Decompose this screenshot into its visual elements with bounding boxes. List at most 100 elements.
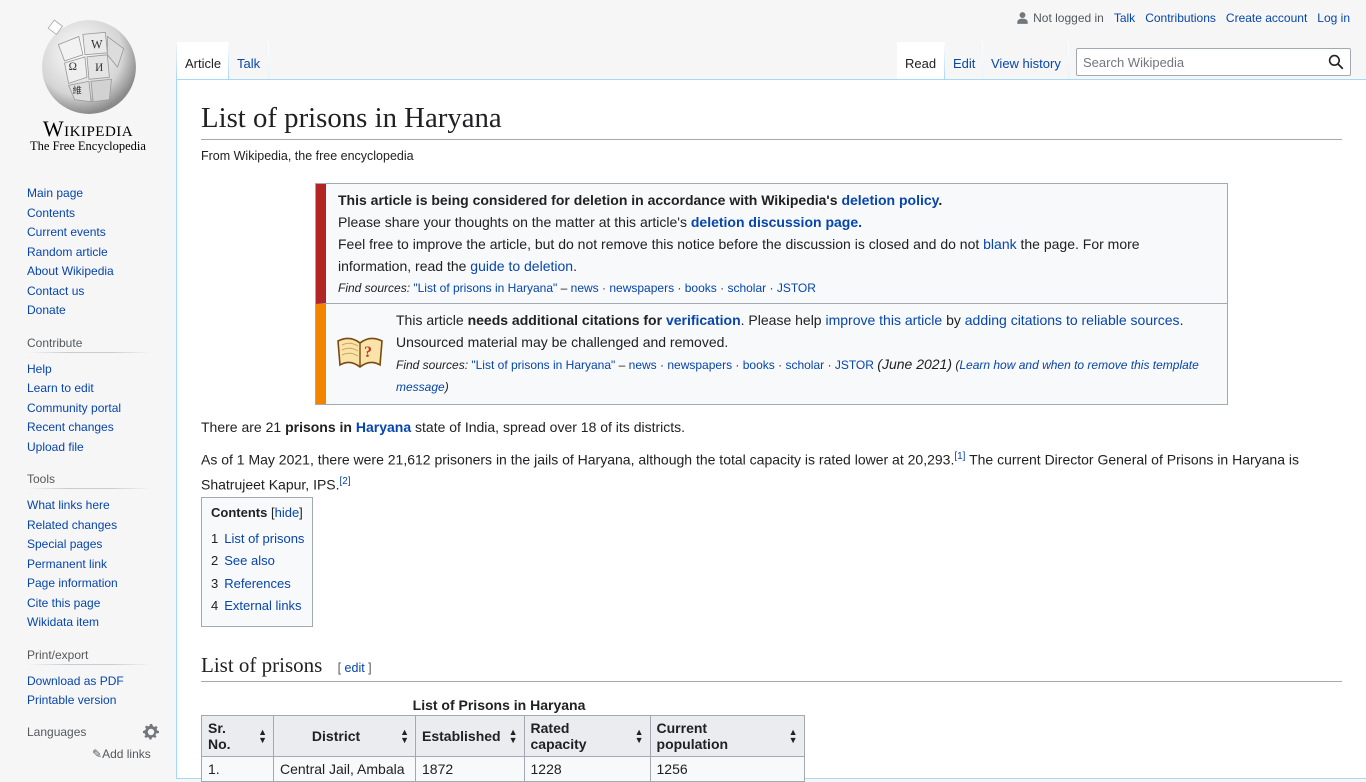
sort-icon[interactable]: ▲ ▼ (258, 728, 267, 745)
tab-article[interactable]: Article (177, 42, 229, 80)
svg-text:維: 維 (73, 85, 82, 97)
citation-find-sources-query-link[interactable]: "List of prisons in Haryana" (471, 358, 615, 372)
table-header-row: Sr. No. ▲ ▼ District ▲ ▼ Established ▲ ▼ Rated… (201, 715, 805, 757)
citation-notice-image: ? (336, 309, 396, 398)
haryana-link[interactable]: Haryana (356, 419, 411, 435)
sidebar-item-main-page[interactable]: Main page (27, 186, 83, 200)
sidebar-item-upload-file[interactable]: Upload file (27, 440, 84, 454)
sidebar-item-about[interactable]: About Wikipedia (27, 264, 114, 278)
search-input[interactable] (1077, 49, 1317, 75)
citation-text-b: . Please help (740, 312, 822, 328)
sidebar-item-page-information[interactable]: Page information (27, 576, 118, 590)
citation-find-sources-books-link[interactable]: books (743, 358, 775, 372)
tab-talk[interactable]: Talk (229, 42, 269, 80)
add-links-button[interactable]: ✎Add links (92, 747, 151, 761)
sort-icon[interactable]: ▲ ▼ (635, 728, 644, 745)
find-sources-scholar-link[interactable]: scholar (727, 281, 766, 295)
citation-find-sources-jstor-link[interactable]: JSTOR (835, 358, 874, 372)
sidebar-item-contact[interactable]: Contact us (27, 284, 84, 298)
toc-item[interactable]: 1 List of prisons (211, 528, 305, 550)
deletion-discussion-link[interactable]: deletion discussion page. (691, 214, 862, 230)
improve-article-link[interactable]: improve this article (825, 312, 942, 328)
sidebar-item-random-article[interactable]: Random article (27, 245, 108, 259)
tab-read[interactable]: Read (897, 42, 945, 80)
sidebar-item-contents[interactable]: Contents (27, 206, 75, 220)
citation-date: (June 2021) (877, 356, 952, 372)
verification-link[interactable]: verification (666, 312, 741, 328)
citation-find-sources-scholar-link[interactable]: scholar (785, 358, 824, 372)
sort-icon[interactable]: ▲ ▼ (789, 728, 798, 745)
sidebar-item-current-events[interactable]: Current events (27, 225, 106, 239)
user-icon (1017, 12, 1028, 24)
intro-p2-text-a: As of 1 May 2021, there were 21,612 pris… (201, 451, 955, 468)
citation-notice-text: This article needs additional citations … (396, 309, 1217, 398)
search-icon[interactable] (1328, 54, 1344, 70)
sidebar-item-download-pdf[interactable]: Download as PDF (27, 674, 124, 688)
sidebar-item-what-links-here[interactable]: What links here (27, 498, 110, 512)
column-header-district[interactable]: District ▲ ▼ (273, 715, 416, 757)
column-header-current-population[interactable]: Current population ▲ ▼ (649, 715, 805, 757)
svg-text:?: ? (364, 344, 372, 361)
adding-citations-link[interactable]: adding citations to reliable sources (965, 312, 1180, 328)
toc-item[interactable]: 4 External links (211, 595, 305, 617)
sidebar-item-permanent-link[interactable]: Permanent link (27, 557, 107, 571)
find-sources-query-link[interactable]: "List of prisons in Haryana" (413, 281, 557, 295)
sidebar-print-export: Print/export Download as PDF Printable v… (27, 647, 176, 711)
column-header-sr-no[interactable]: Sr. No. ▲ ▼ (201, 715, 274, 757)
tab-edit[interactable]: Edit (945, 42, 983, 80)
sidebar-item-learn-to-edit[interactable]: Learn to edit (27, 381, 94, 395)
citation-find-sources-news-link[interactable]: news (629, 358, 657, 372)
reference-2-link[interactable]: [2] (340, 476, 351, 487)
tab-view-history-label: View history (991, 56, 1061, 71)
find-sources-label: Find sources: (338, 281, 411, 295)
toc-header: Contents [hide] (211, 505, 303, 520)
guide-to-deletion-link[interactable]: guide to deletion (470, 258, 573, 274)
toc-item-label[interactable]: References (224, 576, 290, 591)
sidebar-item-wikidata-item[interactable]: Wikidata item (27, 615, 99, 629)
log-in-link[interactable]: Log in (1317, 11, 1350, 25)
find-sources-newspapers-link[interactable]: newspapers (609, 281, 674, 295)
table-row: 1. Central Jail, Ambala 1872 1228 1256 (201, 756, 805, 782)
sidebar-item-community-portal[interactable]: Community portal (27, 401, 121, 415)
not-logged-in-label: Not logged in (1033, 11, 1104, 25)
toc-item-label[interactable]: See also (224, 553, 275, 568)
deletion-policy-link[interactable]: deletion policy (841, 192, 938, 208)
section-edit-link[interactable]: edit (345, 661, 365, 675)
wikipedia-logo[interactable]: W Ω И 維 Wikipedia The Free Encyclopedia (0, 0, 176, 160)
find-sources-news-link[interactable]: news (571, 281, 599, 295)
sidebar-item-special-pages[interactable]: Special pages (27, 537, 102, 551)
citation-text-c: by (946, 312, 961, 328)
sidebar-item-cite-this-page[interactable]: Cite this page (27, 596, 100, 610)
sidebar-heading-print: Print/export (27, 647, 152, 666)
sidebar-item-related-changes[interactable]: Related changes (27, 518, 117, 532)
sort-icon[interactable]: ▲ ▼ (509, 728, 518, 745)
column-header-established[interactable]: Established ▲ ▼ (415, 715, 525, 757)
toc-hide-toggle[interactable]: hide (275, 505, 300, 520)
sidebar-item-recent-changes[interactable]: Recent changes (27, 420, 114, 434)
gear-icon[interactable] (143, 724, 159, 740)
toc-item[interactable]: 3 References (211, 573, 305, 595)
toc-item[interactable]: 2 See also (211, 550, 305, 572)
sidebar-item-printable-version[interactable]: Printable version (27, 693, 116, 707)
column-header-label: Sr. No. (208, 720, 231, 752)
blank-link[interactable]: blank (983, 236, 1016, 252)
pencil-icon: ✎ (92, 747, 103, 761)
deletion-line-1: This article is being considered for del… (338, 192, 943, 208)
toc-item-label[interactable]: External links (224, 598, 301, 613)
tab-view-history[interactable]: View history (983, 42, 1069, 80)
column-header-rated-capacity[interactable]: Rated capacity ▲ ▼ (523, 715, 651, 757)
find-sources-books-link[interactable]: books (685, 281, 717, 295)
reference-1-link[interactable]: [1] (954, 451, 965, 462)
find-sources-jstor-link[interactable]: JSTOR (777, 281, 816, 295)
contributions-link[interactable]: Contributions (1145, 11, 1216, 25)
citation-main-text: This article needs additional citations … (396, 309, 1217, 353)
sidebar-item-donate[interactable]: Donate (27, 303, 66, 317)
citation-find-sources-newspapers-link[interactable]: newspapers (667, 358, 732, 372)
user-talk-link[interactable]: Talk (1114, 11, 1135, 25)
column-header-label: Established (422, 728, 501, 744)
sort-icon[interactable]: ▲ ▼ (400, 728, 409, 745)
citation-notice: ? This article needs additional citation… (316, 304, 1227, 404)
sidebar-item-help[interactable]: Help (27, 362, 52, 376)
create-account-link[interactable]: Create account (1226, 11, 1307, 25)
toc-item-label[interactable]: List of prisons (224, 531, 304, 546)
